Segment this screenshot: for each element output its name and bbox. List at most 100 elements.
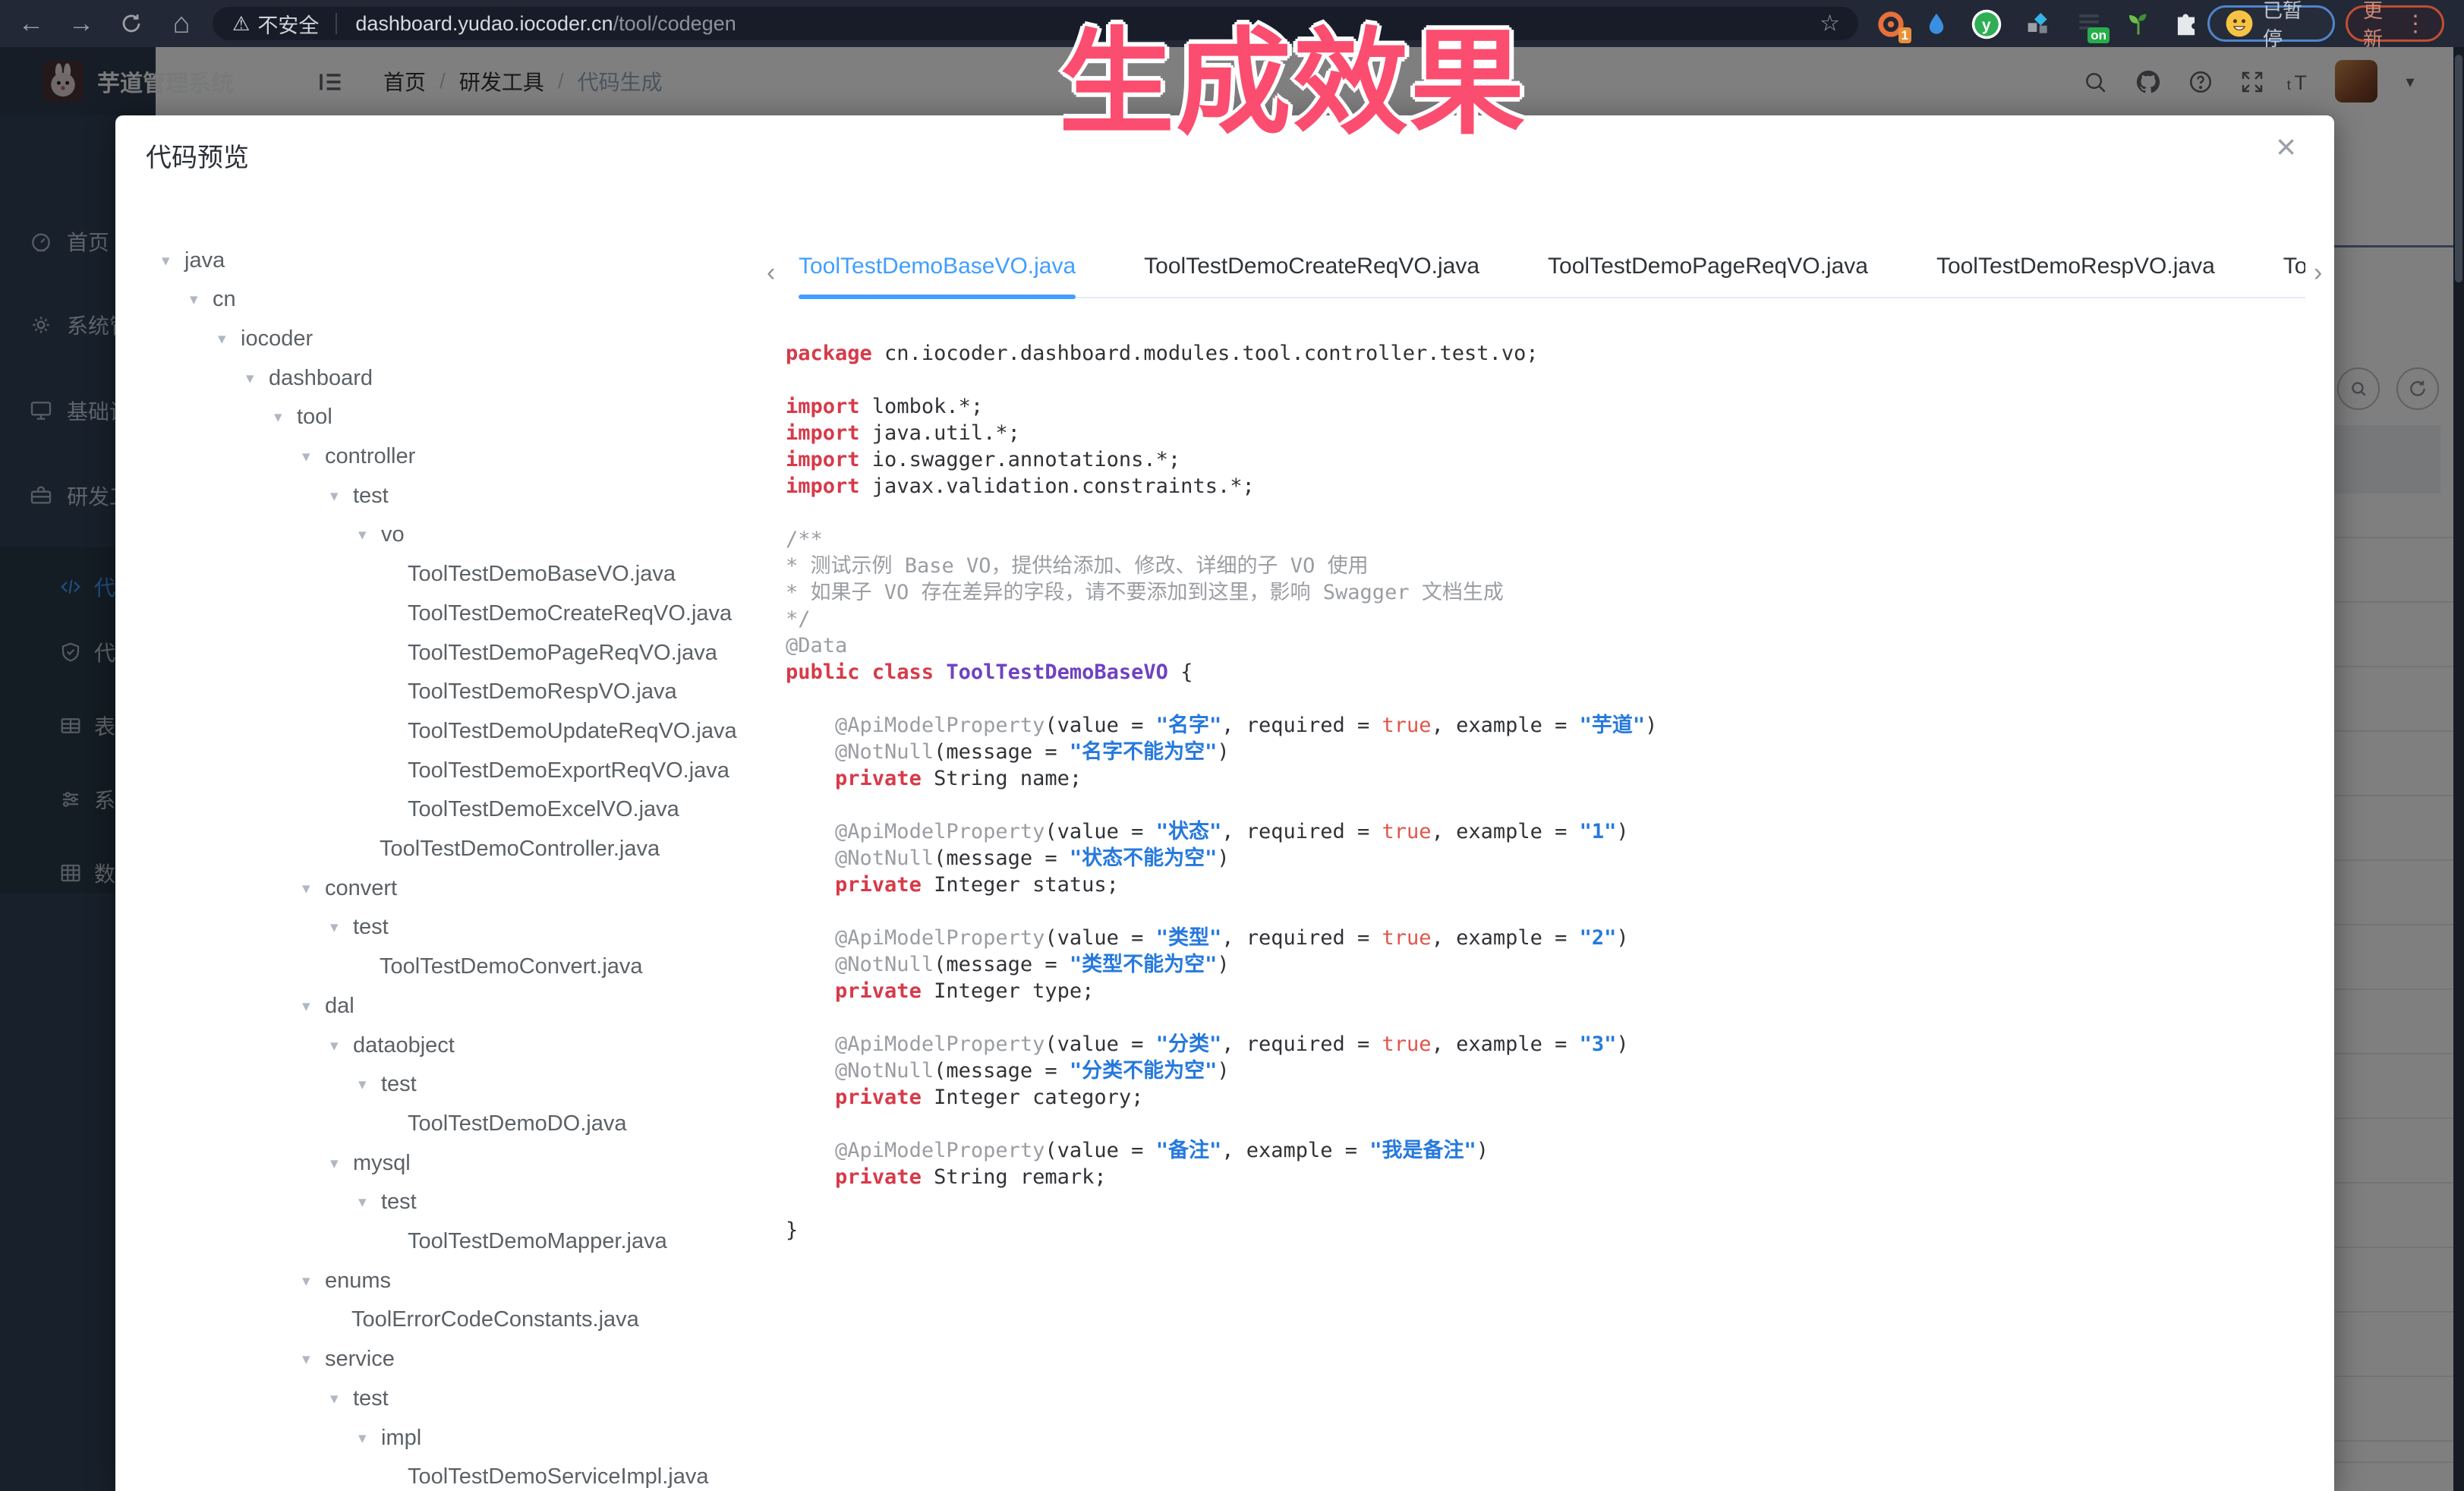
caret-down-icon[interactable]: ▾ xyxy=(358,525,381,544)
active-tab-underline xyxy=(799,295,1076,299)
tree-node-label: impl xyxy=(381,1426,421,1451)
tree-folder[interactable]: ▾dashboard xyxy=(246,361,373,396)
close-icon[interactable]: × xyxy=(2276,129,2296,164)
tree-file[interactable]: ToolTestDemoExportReqVO.java xyxy=(408,753,729,788)
caret-down-icon[interactable]: ▾ xyxy=(246,369,269,388)
sprout-icon[interactable] xyxy=(2121,7,2156,42)
tree-file[interactable]: ToolTestDemoController.java xyxy=(380,832,660,867)
tree-folder[interactable]: ▾service xyxy=(302,1342,395,1377)
diamond-grid-icon[interactable] xyxy=(2021,7,2056,42)
file-tab-5[interactable]: ToolTestDemoUpdateReqVO.java xyxy=(2283,254,2305,279)
tree-folder[interactable]: ▾impl xyxy=(358,1420,421,1455)
water-drop-icon[interactable] xyxy=(1919,7,1954,42)
caret-down-icon[interactable]: ▾ xyxy=(162,251,184,270)
tree-node-label: iocoder xyxy=(241,326,313,351)
file-tab-2[interactable]: ToolTestDemoCreateReqVO.java xyxy=(1144,254,1479,279)
bookmark-star-icon[interactable]: ☆ xyxy=(1820,11,1840,37)
tabs-next-icon[interactable]: › xyxy=(2314,258,2322,288)
tree-folder[interactable]: ▾vo xyxy=(358,518,405,553)
tree-folder[interactable]: ▾iocoder xyxy=(218,321,313,356)
tree-folder[interactable]: ▾enums xyxy=(302,1263,391,1298)
browser-forward-icon[interactable]: → xyxy=(64,6,99,41)
url-security-warning[interactable]: ⚠ 不安全 xyxy=(213,13,337,34)
caret-down-icon[interactable]: ▾ xyxy=(302,1350,325,1369)
browser-reload-icon[interactable] xyxy=(114,6,149,41)
caret-down-icon[interactable]: ▾ xyxy=(358,1075,381,1094)
tree-folder[interactable]: ▾cn xyxy=(190,282,236,317)
tree-folder[interactable]: ▾test xyxy=(330,1381,389,1416)
tree-file[interactable]: ToolTestDemoConvert.java xyxy=(380,950,643,985)
caret-down-icon[interactable]: ▾ xyxy=(330,487,353,506)
tree-folder[interactable]: ▾test xyxy=(330,478,389,513)
scrollbar-thumb[interactable] xyxy=(2455,55,2462,282)
tree-file[interactable]: ToolErrorCodeConstants.java xyxy=(351,1303,639,1338)
warning-icon: ⚠ xyxy=(232,12,250,36)
tree-folder[interactable]: ▾controller xyxy=(302,440,415,474)
tree-file[interactable]: ToolTestDemoExcelVO.java xyxy=(408,793,679,827)
dialog-title: 代码预览 xyxy=(146,137,249,174)
caret-down-icon[interactable]: ▾ xyxy=(302,997,325,1016)
tree-file[interactable]: ToolTestDemoUpdateReqVO.java xyxy=(408,714,737,749)
green-y-icon[interactable]: y xyxy=(1969,7,2004,42)
tree-folder[interactable]: ▾convert xyxy=(302,871,397,906)
tree-node-label: ToolTestDemoPageReqVO.java xyxy=(408,641,717,666)
tree-node-label: service xyxy=(325,1347,395,1372)
file-tab-3[interactable]: ToolTestDemoPageReqVO.java xyxy=(1548,254,1868,279)
update-button[interactable]: 更新 ⋮ xyxy=(2346,5,2444,42)
tree-node-label: convert xyxy=(325,876,397,901)
caret-down-icon[interactable]: ▾ xyxy=(218,329,241,348)
file-tab-1[interactable]: ToolTestDemoBaseVO.java xyxy=(799,254,1076,279)
tree-file[interactable]: ToolTestDemoBaseVO.java xyxy=(408,557,676,592)
caret-down-icon[interactable]: ▾ xyxy=(302,447,325,466)
tree-node-label: controller xyxy=(325,444,415,469)
browser-home-icon[interactable]: ⌂ xyxy=(164,6,199,41)
tree-folder[interactable]: ▾dal xyxy=(302,988,354,1023)
caret-down-icon[interactable]: ▾ xyxy=(302,1272,325,1291)
tree-folder[interactable]: ▾tool xyxy=(274,400,332,435)
tree-node-label: ToolErrorCodeConstants.java xyxy=(351,1307,639,1332)
web-page: 芋道管理系统 首页 / 研发工具 / 代码生成 tT ▾ 首页系统管理基础设施研… xyxy=(0,47,2453,1491)
tree-file[interactable]: ToolTestDemoRespVO.java xyxy=(408,675,677,710)
tree-folder[interactable]: ▾dataobject xyxy=(330,1028,455,1063)
url-path: /tool/codegen xyxy=(613,12,736,35)
caret-down-icon[interactable]: ▾ xyxy=(330,918,353,937)
caret-down-icon[interactable]: ▾ xyxy=(302,879,325,898)
caret-down-icon[interactable]: ▾ xyxy=(330,1389,353,1408)
tree-node-label: ToolTestDemoConvert.java xyxy=(380,954,643,979)
caret-down-icon[interactable]: ▾ xyxy=(190,290,213,309)
tree-file[interactable]: ToolTestDemoDO.java xyxy=(408,1106,627,1141)
tree-node-label: ToolTestDemoUpdateReqVO.java xyxy=(408,719,737,744)
tree-node-label: test xyxy=(381,1190,417,1215)
list-icon[interactable]: on xyxy=(2072,7,2106,42)
file-tab-4[interactable]: ToolTestDemoRespVO.java xyxy=(1936,254,2215,279)
puzzle-icon[interactable] xyxy=(2169,7,2204,42)
profile-chip[interactable]: 已暂停 xyxy=(2207,5,2335,42)
profile-emoji-icon xyxy=(2225,9,2254,38)
ubuntu-ring-icon[interactable]: 1 xyxy=(1873,7,1908,42)
caret-down-icon[interactable]: ▾ xyxy=(330,1154,353,1173)
tree-file[interactable]: ToolTestDemoMapper.java xyxy=(408,1225,667,1259)
tree-folder[interactable]: ▾test xyxy=(358,1067,417,1102)
tree-folder[interactable]: ▾test xyxy=(358,1185,417,1220)
tree-file[interactable]: ToolTestDemoCreateReqVO.java xyxy=(408,596,732,631)
update-label: 更新 xyxy=(2363,0,2395,52)
tree-node-label: ToolTestDemoController.java xyxy=(380,837,660,862)
browser-scrollbar[interactable] xyxy=(2453,47,2464,1491)
tree-file[interactable]: ToolTestDemoServiceImpl.java xyxy=(408,1460,708,1491)
caret-down-icon[interactable]: ▾ xyxy=(330,1036,353,1055)
kebab-menu-icon[interactable]: ⋮ xyxy=(2404,11,2427,37)
profile-label: 已暂停 xyxy=(2263,0,2317,52)
tree-folder[interactable]: ▾mysql xyxy=(330,1146,411,1181)
tree-folder[interactable]: ▾test xyxy=(330,910,389,945)
tree-file[interactable]: ToolTestDemoPageReqVO.java xyxy=(408,635,717,670)
tabs-prev-icon[interactable]: ‹ xyxy=(767,258,775,288)
caret-down-icon[interactable]: ▾ xyxy=(274,408,297,427)
browser-back-icon[interactable]: ← xyxy=(14,6,49,41)
caret-down-icon[interactable]: ▾ xyxy=(358,1193,381,1212)
tree-node-label: dal xyxy=(325,994,354,1019)
tree-node-label: test xyxy=(353,484,389,509)
extension-badge: on xyxy=(2087,27,2110,43)
tree-node-label: test xyxy=(353,915,389,940)
caret-down-icon[interactable]: ▾ xyxy=(358,1429,381,1448)
tree-folder[interactable]: ▾java xyxy=(162,243,225,278)
